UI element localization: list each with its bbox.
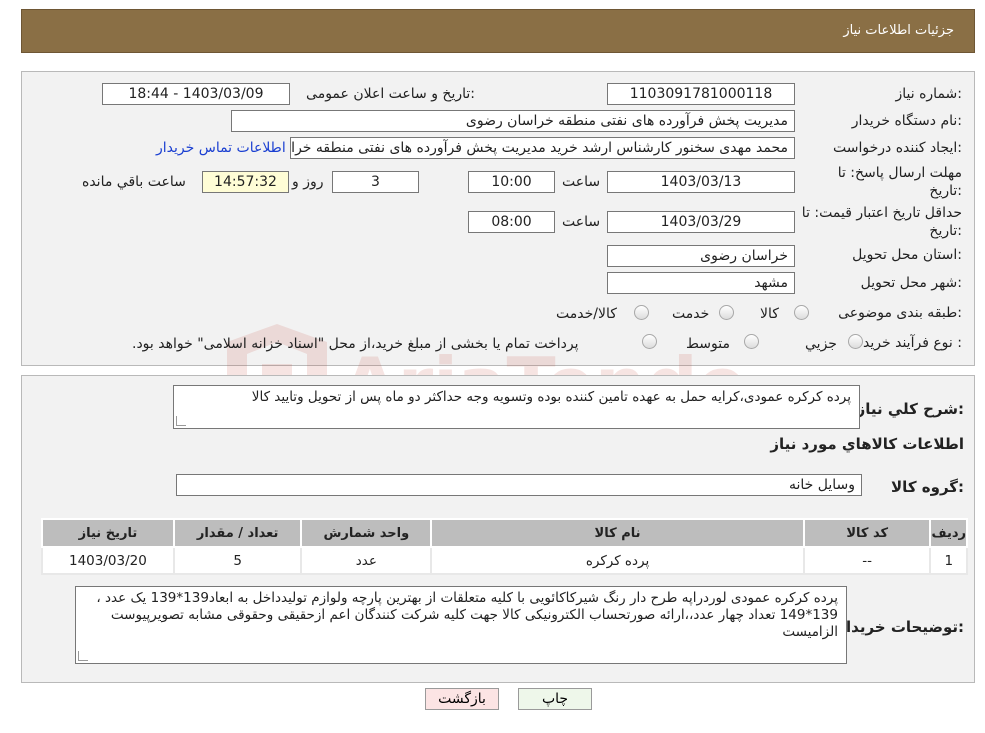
province-field: خراسان رضوی <box>607 245 795 267</box>
deadline-time-field: 10:00 <box>468 171 555 193</box>
goods-table: رديف كد كالا نام كالا واحد شمارش تعداد /… <box>41 518 968 575</box>
category-radio-goods-service[interactable] <box>634 305 649 320</box>
summary-label: شرح كلي نياز: <box>856 400 964 418</box>
buyer-notes-label: توضيحات خريدار: <box>837 618 964 636</box>
deadline-label-date: تاریخ: <box>929 183 962 199</box>
col-goods-code: كد كالا <box>802 518 932 548</box>
creator-field: محمد مهدی سخنور کارشناس ارشد خرید مدیریت… <box>290 137 795 159</box>
need-details-panel: AriaTender.neT شماره نیاز: 1103091781000… <box>21 71 975 439</box>
days-label: روز و <box>292 174 324 190</box>
goods-info-title: اطلاعات كالاهاي مورد نياز <box>770 435 964 453</box>
cell-row-number: 1 <box>929 546 968 575</box>
purchase-option-medium: متوسط <box>686 336 730 352</box>
print-button[interactable]: چاپ <box>518 688 592 710</box>
need-number-label: شماره نیاز: <box>895 86 962 102</box>
deadline-label: مهلت ارسال پاسخ: تا <box>837 165 962 181</box>
purchase-radio-medium[interactable] <box>744 334 759 349</box>
creator-label: ایجاد کننده درخواست: <box>833 140 962 156</box>
category-option-goods-service: کالا/خدمت <box>556 306 617 322</box>
col-row-number: رديف <box>929 518 968 548</box>
purchase-type-label: نوع فرآیند خرید : <box>863 335 962 351</box>
purchase-option-minor: جزيي <box>805 336 837 352</box>
summary-text: پرده کرکره عمودی،کرایه حمل به عهده تامین… <box>251 389 851 405</box>
announce-date-field: 1403/03/09 - 18:44 <box>102 83 290 105</box>
summary-textarea[interactable]: پرده کرکره عمودی،کرایه حمل به عهده تامین… <box>173 385 860 429</box>
back-button[interactable]: بازگشت <box>425 688 499 710</box>
resize-grip-icon[interactable] <box>78 651 88 661</box>
deadline-time-label: ساعت <box>562 174 601 190</box>
buyer-contact-link[interactable]: اطلاعات تماس خریدار <box>156 140 286 156</box>
col-goods-name: نام كالا <box>430 518 805 548</box>
cell-goods-code: -- <box>802 546 932 575</box>
category-label: طبقه بندی موضوعی: <box>838 305 962 321</box>
validity-time-label: ساعت <box>562 214 601 230</box>
category-radio-goods[interactable] <box>794 305 809 320</box>
goods-group-label: گروه كالا: <box>891 478 964 496</box>
category-option-service: خدمت <box>672 306 710 322</box>
cell-unit: عدد <box>300 546 433 575</box>
deadline-date-field: 1403/03/13 <box>607 171 795 193</box>
goods-table-header: رديف كد كالا نام كالا واحد شمارش تعداد /… <box>41 518 968 548</box>
category-option-goods: کالا <box>760 306 779 322</box>
city-label: شهر محل تحویل: <box>860 275 962 291</box>
cell-goods-name: پرده کرکره <box>430 546 805 575</box>
buyer-org-label: نام دستگاه خریدار: <box>851 113 962 129</box>
cell-quantity: 5 <box>172 546 303 575</box>
purchase-radio-minor[interactable] <box>848 334 863 349</box>
validity-date-field: 1403/03/29 <box>607 211 795 233</box>
category-radio-service[interactable] <box>719 305 734 320</box>
city-field: مشهد <box>607 272 795 294</box>
remaining-time-label: ساعت باقي مانده <box>82 174 186 190</box>
table-row: 1 -- پرده کرکره عدد 5 1403/03/20 <box>41 546 968 575</box>
buyer-notes-text: پرده کرکره عمودی لوردراپه طرح دار رنگ شی… <box>96 590 838 640</box>
page-header: جزئیات اطلاعات نیاز <box>21 9 975 53</box>
col-need-date: تاريخ نياز <box>41 518 175 548</box>
announce-date-label: تاریخ و ساعت اعلان عمومی: <box>306 86 475 102</box>
days-remaining-field: 3 <box>332 171 419 193</box>
validity-time-field: 08:00 <box>468 211 555 233</box>
col-unit: واحد شمارش <box>300 518 433 548</box>
buyer-notes-textarea[interactable]: پرده کرکره عمودی لوردراپه طرح دار رنگ شی… <box>75 586 847 664</box>
col-quantity: تعداد / مقدار <box>172 518 303 548</box>
resize-grip-icon[interactable] <box>176 416 186 426</box>
cell-need-date: 1403/03/20 <box>41 546 175 575</box>
validity-label: حداقل تاریخ اعتبار قیمت: تا <box>801 205 962 221</box>
buyer-org-field: مدیریت پخش فرآورده های نفتی منطقه خراسان… <box>231 110 795 132</box>
province-label: استان محل تحویل: <box>852 247 962 263</box>
goods-panel: شرح كلي نياز: پرده کرکره عمودی،کرایه حمل… <box>21 375 975 683</box>
page-title: جزئیات اطلاعات نیاز <box>843 23 954 38</box>
treasury-payment-note: پرداخت تمام یا بخشی از مبلغ خرید،از محل … <box>132 336 579 352</box>
treasury-payment-checkbox[interactable] <box>642 334 657 349</box>
remaining-time-field: 14:57:32 <box>202 171 289 193</box>
need-number-field: 1103091781000118 <box>607 83 795 105</box>
goods-group-field: وسایل خانه <box>176 474 862 496</box>
validity-label-date: تاریخ: <box>929 223 962 239</box>
